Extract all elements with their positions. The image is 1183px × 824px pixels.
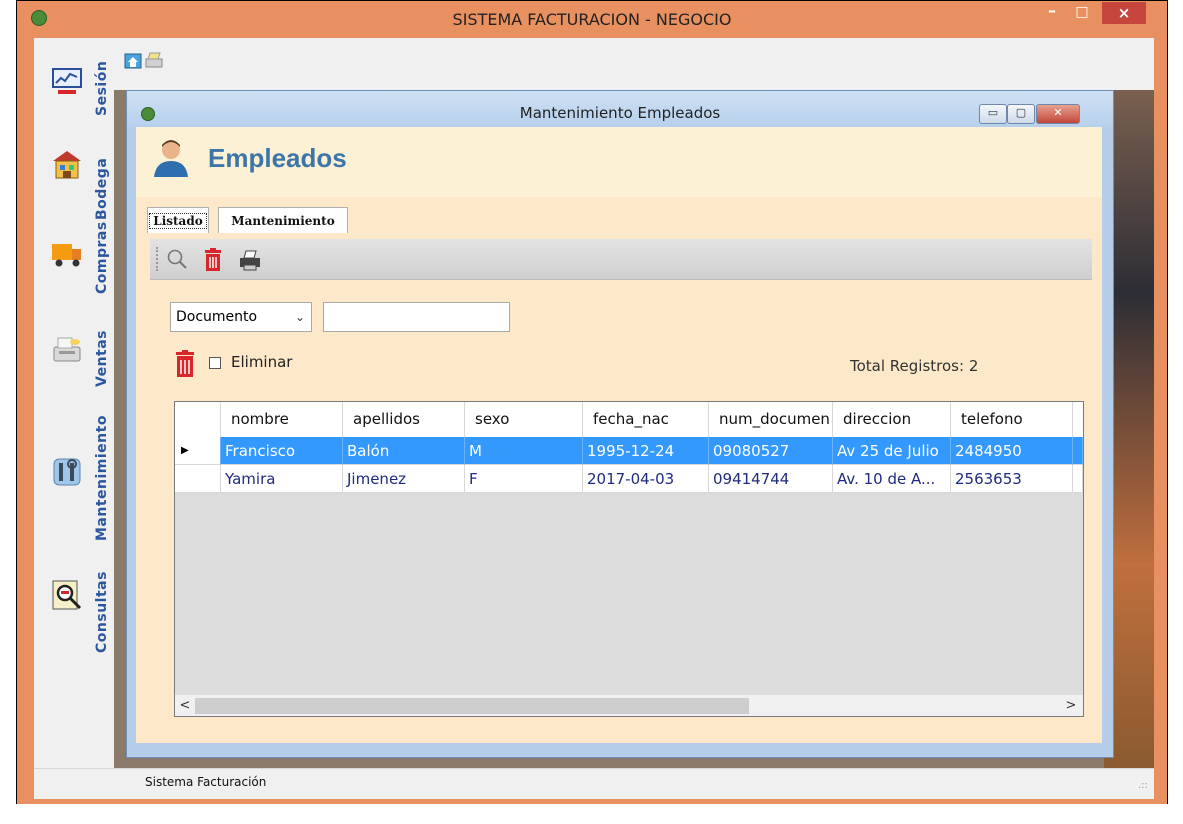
cell-nombre[interactable]: Yamira — [221, 465, 343, 493]
magnifier-report-icon — [52, 580, 82, 610]
tools-icon — [53, 458, 81, 486]
column-header-direccion[interactable]: direccion — [833, 402, 951, 437]
row-pointer-icon[interactable]: ▶ — [175, 437, 221, 465]
cell-apellidos[interactable]: Balón — [343, 437, 465, 465]
sidebar-item-label: Consultas — [94, 571, 110, 653]
grid-header: nombre apellidos sexo fecha_nac num_docu… — [175, 402, 1083, 438]
field-select-value: Documento — [176, 309, 258, 325]
scroll-left-button[interactable]: < — [177, 695, 193, 716]
user-icon — [154, 140, 188, 177]
cell-apellidos[interactable]: Jimenez — [343, 465, 465, 493]
cell-telefono[interactable]: 2484950 — [951, 437, 1073, 465]
search-input[interactable] — [323, 302, 510, 332]
sidebar-item-label: Sesión — [94, 60, 110, 116]
trash-icon[interactable] — [175, 350, 195, 378]
printer-icon[interactable] — [144, 52, 164, 70]
tab-label: Listado — [149, 213, 207, 229]
toolstrip — [150, 239, 1092, 280]
sidebar: Sesión Bodega Compras Ventas Mantenimien… — [34, 38, 115, 768]
child-close-button[interactable]: ✕ — [1036, 104, 1080, 124]
printer-icon[interactable] — [238, 250, 262, 272]
column-header-sexo[interactable]: sexo — [465, 402, 583, 437]
tab-listado[interactable]: Listado — [147, 207, 209, 233]
row-header-corner — [175, 402, 221, 437]
sidebar-item-consultas[interactable]: Consultas — [34, 558, 114, 658]
toolstrip-grip[interactable] — [156, 247, 160, 271]
chart-monitor-icon — [52, 68, 82, 94]
trash-icon[interactable] — [204, 248, 222, 272]
chevron-down-icon: ⌄ — [294, 310, 305, 324]
mdi-toolbar — [114, 38, 1154, 90]
child-window-title: Mantenimiento Empleados — [519, 104, 721, 122]
cell-overflow[interactable] — [1073, 437, 1083, 465]
table-row[interactable]: Yamira Jimenez F 2017-04-03 09414744 Av.… — [175, 465, 1083, 493]
page-title: Empleados — [208, 143, 347, 173]
cell-overflow[interactable] — [1073, 465, 1083, 493]
table-row[interactable]: ▶ Francisco Balón M 1995-12-24 09080527 … — [175, 437, 1083, 465]
cell-fecha-nac[interactable]: 1995-12-24 — [583, 437, 709, 465]
scroll-right-button[interactable]: > — [1063, 695, 1079, 716]
sidebar-item-compras[interactable]: Compras — [34, 206, 114, 306]
sidebar-item-ventas[interactable]: Ventas — [34, 313, 114, 403]
search-icon[interactable] — [166, 248, 188, 270]
cell-telefono[interactable]: 2563653 — [951, 465, 1073, 493]
scroll-thumb[interactable] — [195, 698, 749, 714]
status-text: Sistema Facturación — [145, 775, 267, 789]
tab-strip: Listado Mantenimiento — [144, 207, 1094, 235]
horizontal-scrollbar[interactable]: < > — [175, 694, 1083, 716]
sidebar-item-label: Ventas — [94, 329, 110, 387]
window-border-right — [1154, 38, 1167, 804]
eliminar-checkbox[interactable] — [209, 357, 221, 369]
resize-grip[interactable]: .:: — [1138, 780, 1148, 791]
home-window-icon[interactable] — [124, 52, 142, 70]
eliminar-label: Eliminar — [231, 353, 293, 371]
row-pointer-icon[interactable] — [175, 465, 221, 493]
cell-direccion[interactable]: Av. 10 de A... — [833, 465, 951, 493]
sidebar-item-label: Mantenimiento — [94, 415, 110, 541]
cell-sexo[interactable]: M — [465, 437, 583, 465]
cell-fecha-nac[interactable]: 2017-04-03 — [583, 465, 709, 493]
cell-direccion[interactable]: Av 25 de Julio — [833, 437, 951, 465]
column-header-apellidos[interactable]: apellidos — [343, 402, 465, 437]
cell-nombre[interactable]: Francisco — [221, 437, 343, 465]
column-header-telefono[interactable]: telefono — [951, 402, 1073, 437]
truck-icon — [52, 244, 81, 267]
field-select[interactable]: Documento ⌄ — [170, 302, 312, 332]
maximize-button[interactable]: □ — [1070, 4, 1094, 24]
child-minimize-button[interactable]: ▭ — [979, 104, 1007, 124]
cash-register-icon — [53, 337, 81, 362]
tab-mantenimiento[interactable]: Mantenimiento — [218, 207, 348, 233]
cell-num-documento[interactable]: 09080527 — [709, 437, 833, 465]
window-border-left — [17, 38, 34, 804]
sidebar-item-sesion[interactable]: Sesión — [34, 48, 114, 118]
cell-sexo[interactable]: F — [465, 465, 583, 493]
total-records-label: Total Registros: 2 — [850, 357, 979, 375]
column-header-nombre[interactable]: nombre — [221, 402, 343, 437]
employees-grid[interactable]: nombre apellidos sexo fecha_nac num_docu… — [174, 401, 1084, 717]
close-button[interactable]: × — [1102, 2, 1146, 24]
window-title: SISTEMA FACTURACION - NEGOCIO — [452, 10, 732, 29]
sidebar-item-label: Compras — [94, 221, 110, 294]
child-maximize-button[interactable]: ▢ — [1007, 104, 1035, 124]
cell-num-documento[interactable]: 09414744 — [709, 465, 833, 493]
column-header-fecha-nac[interactable]: fecha_nac — [583, 402, 709, 437]
warehouse-icon — [53, 151, 81, 179]
minimize-button[interactable]: – — [1040, 3, 1064, 24]
sidebar-item-mantenimiento[interactable]: Mantenimiento — [34, 403, 114, 553]
column-header-num-documento[interactable]: num_documen — [709, 402, 833, 437]
